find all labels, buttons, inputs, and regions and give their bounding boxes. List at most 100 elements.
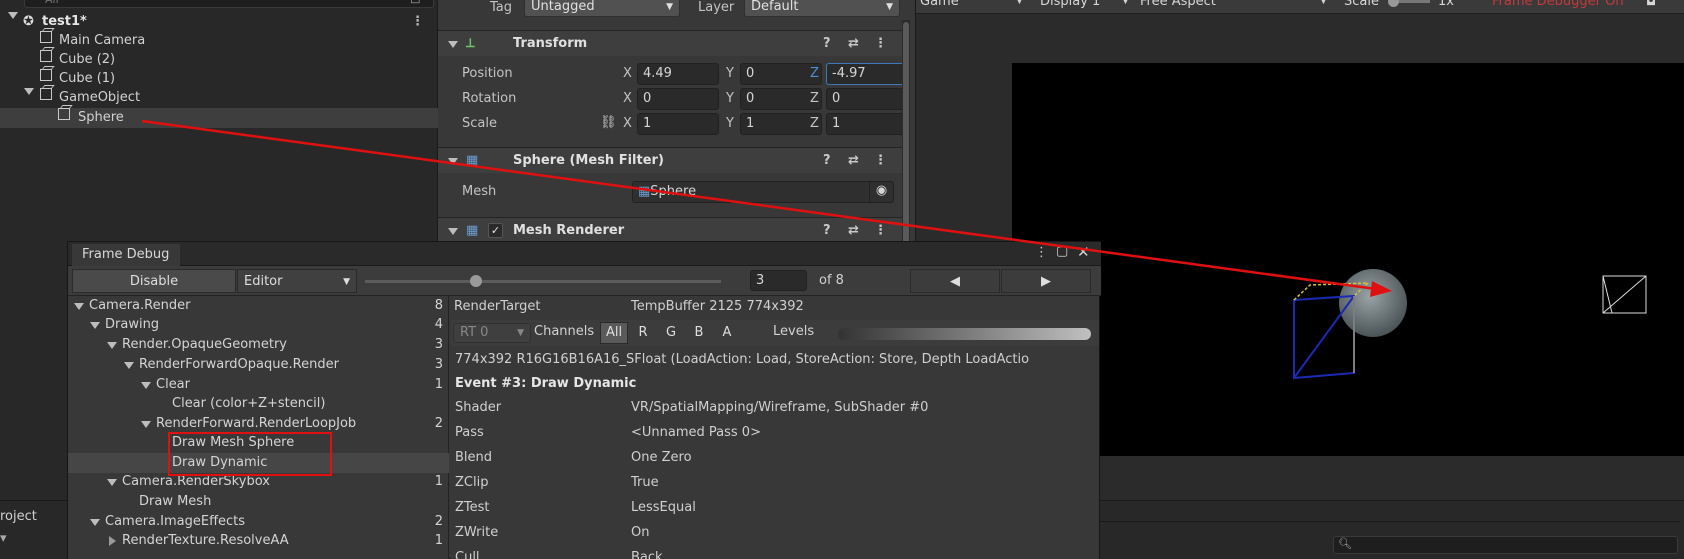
position-x-input[interactable]: 4.49: [637, 63, 719, 85]
rotation-x-input[interactable]: 0: [637, 88, 719, 110]
channel-g-button[interactable]: G: [657, 322, 685, 344]
expand-arrow-icon[interactable]: [24, 88, 34, 95]
mesh-object-field[interactable]: ▦Sphere ◉: [632, 181, 894, 203]
kebab-menu-icon[interactable]: ⋮: [874, 31, 887, 57]
foldout-arrow-icon[interactable]: [448, 158, 458, 165]
scene-row[interactable]: ✪ test1* ⋮: [0, 12, 438, 32]
tree-item-render-forward-opaque[interactable]: RenderForwardOpaque.Render 3: [68, 355, 449, 375]
project-tab[interactable]: roject: [0, 509, 37, 524]
rotation-z-input[interactable]: 0: [826, 88, 908, 110]
help-icon[interactable]: ?: [823, 31, 831, 57]
preset-icon[interactable]: ⇄: [848, 31, 859, 57]
tree-item-count: 2: [434, 514, 443, 529]
foldout-arrow-icon[interactable]: [448, 41, 458, 48]
scrollbar-thumb[interactable]: [903, 22, 909, 248]
axis-label: X: [623, 66, 632, 81]
hierarchy-item-label: Cube (2): [59, 52, 116, 67]
rt-select-value: RT 0: [460, 325, 489, 340]
help-icon[interactable]: ?: [823, 148, 831, 174]
camera-icon[interactable]: ◘: [1646, 0, 1656, 9]
chevron-down-icon[interactable]: ▼: [1016, 0, 1023, 6]
game-tab[interactable]: Game: [920, 0, 959, 9]
plus-icon[interactable]: ▭: [410, 0, 420, 7]
tree-item-clear[interactable]: Clear 1: [68, 375, 449, 395]
slider-handle[interactable]: [1388, 0, 1399, 7]
create-menu-icon[interactable]: ▾: [0, 531, 7, 546]
chevron-down-icon[interactable]: ▼: [1122, 0, 1129, 6]
hierarchy-item-cube-2[interactable]: Cube (2): [0, 50, 438, 70]
chevron-down-icon[interactable]: ▼: [1320, 0, 1327, 6]
channel-r-button[interactable]: R: [629, 322, 657, 344]
tree-item-clear-color[interactable]: Clear (color+Z+stencil): [68, 394, 449, 414]
rt-select-dropdown[interactable]: RT 0 ▼: [453, 323, 531, 343]
mesh-icon: ▦: [638, 184, 651, 199]
frame-debug-titlebar[interactable]: Frame Debug ⋮ ▢ ✕: [68, 242, 1101, 266]
tag-dropdown[interactable]: Untagged ▼: [524, 0, 680, 17]
channel-b-button[interactable]: B: [685, 322, 713, 344]
frame-debug-tab[interactable]: Frame Debug: [72, 244, 180, 266]
kebab-menu-icon[interactable]: ⋮: [411, 12, 424, 32]
tree-item-label: Camera.Render: [89, 298, 191, 313]
expand-arrow-icon[interactable]: [8, 12, 18, 19]
hierarchy-item-cube-1[interactable]: Cube (1): [0, 69, 438, 89]
expand-arrow-icon[interactable]: [141, 382, 151, 389]
project-search-input[interactable]: 🔍︎: [1333, 536, 1678, 554]
hierarchy-search-input[interactable]: All: [24, 0, 434, 8]
transform-header[interactable]: ⟂ Transform ? ⇄ ⋮: [438, 30, 906, 56]
mesh-value: Sphere: [650, 184, 697, 199]
event-slider[interactable]: [365, 275, 721, 287]
scale-x-input[interactable]: 1: [637, 113, 719, 135]
mesh-renderer-header[interactable]: ▦ ✓ Mesh Renderer ? ⇄ ⋮: [438, 217, 906, 243]
scale-slider[interactable]: [1388, 0, 1430, 7]
aspect-dropdown[interactable]: Free Aspect: [1140, 0, 1216, 9]
enabled-checkbox[interactable]: ✓: [488, 223, 503, 238]
maximize-icon[interactable]: ▢: [1056, 244, 1068, 259]
tree-item-draw-mesh[interactable]: Draw Mesh: [68, 492, 449, 512]
link-icon[interactable]: ⛓: [600, 115, 617, 130]
kebab-menu-icon[interactable]: ⋮: [874, 148, 887, 174]
tree-item-camera-render[interactable]: Camera.Render 8: [68, 296, 449, 316]
axis-label: Y: [726, 66, 734, 81]
tree-item-drawing[interactable]: Drawing 4: [68, 315, 449, 335]
expand-arrow-icon[interactable]: [141, 421, 151, 428]
disable-button[interactable]: Disable: [72, 269, 236, 293]
object-picker-icon[interactable]: ◉: [869, 181, 893, 203]
expand-arrow-icon[interactable]: [90, 322, 100, 329]
inspector-scrollbar[interactable]: [902, 20, 910, 250]
layer-dropdown[interactable]: Default ▼: [744, 0, 900, 17]
property-value: One Zero: [631, 450, 692, 465]
tree-item-label: Clear (color+Z+stencil): [172, 396, 326, 411]
close-icon[interactable]: ✕: [1077, 243, 1090, 261]
expand-arrow-icon[interactable]: [124, 362, 134, 369]
frame-debugger-status[interactable]: Frame Debugger On: [1492, 0, 1624, 9]
hierarchy-item-sphere[interactable]: Sphere: [0, 108, 438, 128]
next-event-button[interactable]: ▶: [1001, 269, 1091, 293]
expand-arrow-icon[interactable]: [74, 303, 84, 310]
hierarchy-item-main-camera[interactable]: Main Camera: [0, 31, 438, 51]
tree-item-render-opaque-geometry[interactable]: Render.OpaqueGeometry 3: [68, 335, 449, 355]
scale-z-input[interactable]: 1: [826, 113, 908, 135]
channel-a-button[interactable]: A: [713, 322, 741, 344]
expand-arrow-icon[interactable]: [90, 519, 100, 526]
levels-range-slider[interactable]: [838, 328, 1091, 340]
chevron-down-icon: ▼: [517, 328, 524, 338]
previous-event-button[interactable]: ◀: [910, 269, 1000, 293]
kebab-menu-icon[interactable]: ⋮: [1035, 245, 1048, 260]
field-label: Position: [462, 66, 513, 81]
display-dropdown[interactable]: Display 1: [1040, 0, 1100, 9]
expand-arrow-icon[interactable]: [107, 342, 117, 349]
collapsed-arrow-icon[interactable]: [109, 536, 116, 546]
event-index-input[interactable]: 3: [750, 270, 807, 291]
tree-item-image-effects[interactable]: Camera.ImageEffects 2: [68, 512, 449, 532]
game-viewport[interactable]: [1012, 63, 1684, 456]
tree-item-render-loop-job[interactable]: RenderForward.RenderLoopJob 2: [68, 414, 449, 434]
preset-icon[interactable]: ⇄: [848, 148, 859, 174]
position-z-input[interactable]: -4.97: [826, 63, 908, 85]
tree-item-resolve-aa[interactable]: RenderTexture.ResolveAA 1: [68, 531, 449, 551]
foldout-arrow-icon[interactable]: [448, 228, 458, 235]
slider-handle[interactable]: [470, 275, 482, 287]
mesh-filter-header[interactable]: ▦ Sphere (Mesh Filter) ? ⇄ ⋮: [438, 147, 906, 173]
channel-all-button[interactable]: All: [600, 322, 628, 344]
expand-arrow-icon[interactable]: [107, 479, 117, 486]
target-dropdown[interactable]: Editor ▼: [237, 269, 357, 293]
